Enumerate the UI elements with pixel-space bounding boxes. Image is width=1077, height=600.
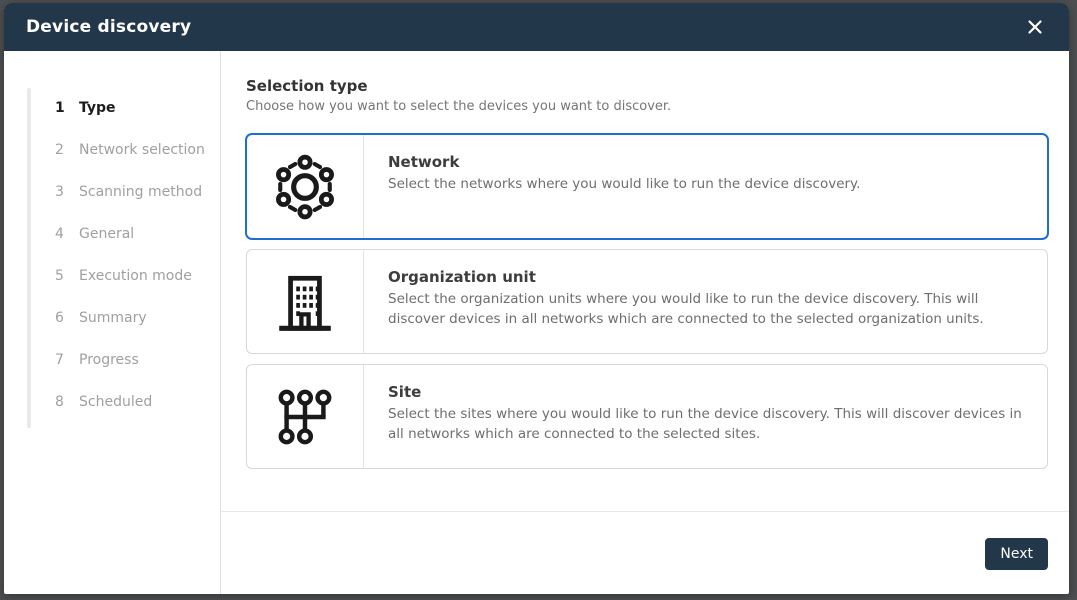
wizard-step-type[interactable]: 1 Type [4, 87, 220, 129]
option-description: Select the sites where you would like to… [388, 405, 1025, 444]
step-label: Scanning method [79, 184, 202, 200]
close-button[interactable] [1021, 13, 1049, 41]
step-label: Execution mode [79, 268, 192, 284]
device-discovery-dialog: Device discovery 1 Type 2 Network select… [4, 3, 1069, 594]
step-number: 1 [55, 100, 79, 116]
step-label: Summary [79, 310, 147, 326]
dialog-footer: Next [221, 511, 1069, 594]
content-area: Selection type Choose how you want to se… [221, 51, 1069, 511]
step-label: General [79, 226, 134, 242]
step-label: Progress [79, 352, 139, 368]
selection-type-options: Network Select the networks where you wo… [246, 134, 1048, 469]
option-title: Network [388, 153, 860, 171]
option-icon-box [247, 365, 364, 468]
option-text: Site Select the sites where you would li… [364, 365, 1047, 468]
site-icon [274, 386, 336, 448]
main-column: Selection type Choose how you want to se… [221, 51, 1069, 594]
dialog-header: Device discovery [4, 3, 1069, 51]
option-title: Site [388, 383, 1025, 401]
wizard-step-execution-mode[interactable]: 5 Execution mode [4, 255, 220, 297]
option-description: Select the networks where you would like… [388, 175, 860, 195]
step-label: Type [79, 100, 116, 116]
option-text: Network Select the networks where you wo… [364, 135, 882, 238]
close-icon [1027, 19, 1043, 35]
wizard-step-scheduled[interactable]: 8 Scheduled [4, 381, 220, 423]
option-card-site[interactable]: Site Select the sites where you would li… [246, 364, 1048, 469]
step-number: 5 [55, 268, 79, 284]
step-label: Network selection [79, 142, 205, 158]
step-number: 8 [55, 394, 79, 410]
option-description: Select the organization units where you … [388, 290, 1025, 329]
dialog-title: Device discovery [26, 17, 191, 37]
wizard-step-general[interactable]: 4 General [4, 213, 220, 255]
wizard-step-network-selection[interactable]: 2 Network selection [4, 129, 220, 171]
wizard-step-scanning-method[interactable]: 3 Scanning method [4, 171, 220, 213]
option-icon-box [247, 250, 364, 353]
step-number: 4 [55, 226, 79, 242]
step-label: Scheduled [79, 394, 152, 410]
step-number: 3 [55, 184, 79, 200]
step-number: 7 [55, 352, 79, 368]
option-icon-box [247, 135, 364, 238]
step-number: 6 [55, 310, 79, 326]
section-title: Selection type [246, 77, 1048, 95]
page-backdrop: Device discovery 1 Type 2 Network select… [0, 0, 1077, 600]
organization-unit-icon [272, 269, 338, 335]
option-card-network[interactable]: Network Select the networks where you wo… [246, 134, 1048, 239]
dialog-body: 1 Type 2 Network selection 3 Scanning me… [4, 51, 1069, 594]
next-button[interactable]: Next [985, 538, 1048, 570]
wizard-step-progress[interactable]: 7 Progress [4, 339, 220, 381]
wizard-stepper: 1 Type 2 Network selection 3 Scanning me… [4, 51, 221, 594]
option-text: Organization unit Select the organizatio… [364, 250, 1047, 353]
option-card-organization-unit[interactable]: Organization unit Select the organizatio… [246, 249, 1048, 354]
section-subtitle: Choose how you want to select the device… [246, 99, 1048, 114]
network-icon [272, 154, 338, 220]
wizard-step-summary[interactable]: 6 Summary [4, 297, 220, 339]
step-number: 2 [55, 142, 79, 158]
option-title: Organization unit [388, 268, 1025, 286]
